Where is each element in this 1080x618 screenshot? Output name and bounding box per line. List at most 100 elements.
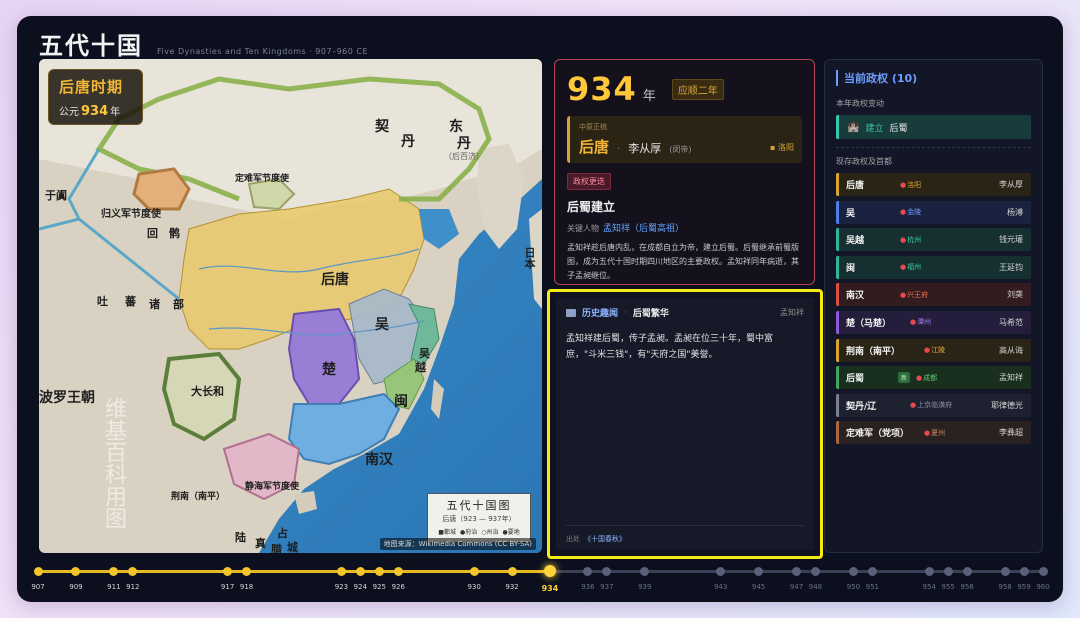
map-label-chu: 楚 — [322, 362, 336, 378]
timeline-tick[interactable] — [810, 567, 820, 576]
regime-ruler: 李从厚 — [999, 180, 1023, 189]
timeline-year-label[interactable]: 959 — [1017, 583, 1030, 591]
timeline-tick[interactable] — [1038, 567, 1048, 576]
pin-icon: ● — [910, 318, 917, 327]
regime-name: 后蜀 — [846, 374, 865, 385]
map-legend: 五代十国图 后唐（923 — 937年） ■都城 ●府治 ○州治 ●要地 — [427, 493, 531, 543]
timeline-year-label[interactable]: 932 — [505, 583, 518, 591]
timeline-tick[interactable] — [128, 567, 138, 576]
timeline-year-label[interactable]: 926 — [392, 583, 405, 591]
timeline-tick[interactable] — [355, 567, 365, 576]
timeline-tick[interactable] — [602, 567, 612, 576]
map-label-tubo: 部 — [173, 298, 184, 311]
timeline-year-label[interactable]: 945 — [752, 583, 765, 591]
map-label-east-dan-sub: （后百济） — [444, 152, 484, 161]
timeline-tick[interactable] — [924, 567, 934, 576]
trivia-text: 孟知祥建后蜀，传子孟昶。孟昶在位三十年，蜀中富庶，"斗米三钱"，有"天府之国"美… — [566, 334, 774, 360]
timeline-tick[interactable] — [242, 567, 252, 576]
regime-item[interactable]: 闽 ● 福州 王延钧 — [836, 255, 1031, 279]
map-label-pala: 波罗王朝 — [39, 390, 95, 406]
timeline-year-label[interactable]: 934 — [542, 584, 559, 593]
timeline-tick[interactable] — [848, 567, 858, 576]
timeline-year-label[interactable]: 955 — [942, 583, 955, 591]
timeline-year-label[interactable]: 911 — [107, 583, 120, 591]
timeline-tick[interactable] — [791, 567, 801, 576]
timeline-year-label[interactable]: 936 — [581, 583, 594, 591]
regime-item[interactable]: 契丹/辽 ● 上京临潢府 耶律德光 — [836, 393, 1031, 417]
regime-change-row[interactable]: 🏰 建立 后蜀 — [836, 115, 1031, 139]
trivia-panel[interactable]: 历史趣闻 · 后蜀繁华 孟知祥 孟知祥建后蜀，传子孟昶。孟昶在位三十年，蜀中富庶… — [547, 289, 823, 559]
timeline-year-label[interactable]: 960 — [1036, 583, 1049, 591]
map-label-japan: 日本 — [523, 247, 536, 269]
regime-item[interactable]: 定难军（党项） ● 夏州 李彝超 — [836, 421, 1031, 445]
timeline-year-label[interactable]: 958 — [998, 583, 1011, 591]
regime-item[interactable]: 楚（马楚） ● 潭州 马希范 — [836, 310, 1031, 334]
timeline-tick[interactable] — [374, 567, 384, 576]
timeline-tick[interactable] — [109, 567, 119, 576]
timeline-year-label[interactable]: 954 — [923, 583, 936, 591]
timeline-tick[interactable] — [336, 567, 346, 576]
timeline-tick[interactable] — [507, 567, 517, 576]
regime-name: 后唐 — [846, 181, 865, 191]
timeline-tick[interactable] — [33, 567, 43, 576]
regime-ruler: 耶律德光 — [991, 400, 1023, 410]
timeline[interactable]: 907 909 911 912 917 918 923 924 925 926 930 932 934 9… — [17, 561, 1063, 601]
timeline-year-label[interactable]: 918 — [240, 583, 253, 591]
timeline-year-label[interactable]: 930 — [467, 583, 480, 591]
timeline-tick[interactable] — [943, 567, 953, 576]
timeline-year-label[interactable]: 907 — [31, 583, 44, 591]
regime-item[interactable]: 吴 ● 金陵 杨溥 — [836, 200, 1031, 224]
timeline-year-label[interactable]: 950 — [847, 583, 860, 591]
timeline-tick[interactable] — [393, 567, 403, 576]
timeline-year-label[interactable]: 917 — [221, 583, 234, 591]
legend-title: 五代十国图 — [446, 499, 512, 512]
orthodox-dynasty-card[interactable]: 中原正统 后唐 · 李从厚 (闵帝) ▪ 洛阳 — [567, 116, 802, 163]
timeline-tick[interactable] — [469, 567, 479, 576]
source-link[interactable]: 《十国春秋》 — [584, 535, 626, 543]
regime-name: 荆南（南平） — [846, 346, 901, 357]
historical-map[interactable]: 契 丹 东 丹 （后百济） 归义军节度使 定难军节度使 于阗 回 鹘 吐 蕃 诸… — [39, 59, 542, 553]
timeline-tick[interactable] — [716, 567, 726, 576]
timeline-year-label[interactable]: 912 — [126, 583, 139, 591]
header: 五代十国 Five Dynasties and Ten Kingdoms · 9… — [39, 26, 368, 61]
regime-item[interactable]: 吴越 ● 杭州 钱元瓘 — [836, 228, 1031, 252]
trivia-separator: · — [624, 307, 627, 318]
regime-item[interactable]: 荆南（南平） ● 江陵 高从诲 — [836, 338, 1031, 362]
regime-item[interactable]: 后唐 ● 洛阳 李从厚 — [836, 173, 1031, 196]
pin-icon: ● — [900, 235, 907, 244]
timeline-tick[interactable] — [867, 567, 877, 576]
timeline-year-label[interactable]: 956 — [960, 583, 973, 591]
map-label-east-dan: 丹 — [457, 136, 471, 152]
timeline-tick[interactable] — [962, 567, 972, 576]
regime-name: 楚（马楚） — [846, 318, 892, 329]
timeline-year-label[interactable]: 951 — [866, 583, 879, 591]
timeline-tick[interactable] — [543, 565, 556, 577]
map-label-later-tang: 后唐 — [321, 272, 349, 288]
timeline-tick[interactable] — [583, 567, 593, 576]
timeline-year-label[interactable]: 939 — [638, 583, 651, 591]
timeline-year-label[interactable]: 948 — [809, 583, 822, 591]
timeline-tick[interactable] — [223, 567, 233, 576]
key-figure-link[interactable]: 孟知祥（后蜀高祖） — [603, 224, 684, 234]
regime-item[interactable]: 后蜀 新 ● 成都 孟知祥 — [836, 366, 1031, 390]
regime-ruler: 钱元瓘 — [999, 235, 1023, 245]
timeline-year-label[interactable]: 909 — [69, 583, 82, 591]
timeline-tick[interactable] — [1000, 567, 1010, 576]
map-label-chenla: 真 — [255, 537, 266, 550]
change-regime-name: 后蜀 — [889, 123, 908, 134]
timeline-year-label[interactable]: 947 — [790, 583, 803, 591]
timeline-tick[interactable] — [640, 567, 650, 576]
timeline-year-label[interactable]: 924 — [354, 583, 367, 591]
map-label-tubo: 蕃 — [125, 295, 136, 308]
map-label-guiyi: 归义军节度使 — [101, 209, 161, 220]
trivia-card: 历史趣闻 · 后蜀繁华 孟知祥 孟知祥建后蜀，传子孟昶。孟昶在位三十年，蜀中富庶… — [556, 298, 814, 550]
timeline-year-label[interactable]: 937 — [600, 583, 613, 591]
timeline-year-label[interactable]: 943 — [714, 583, 727, 591]
timeline-year-label[interactable]: 923 — [335, 583, 348, 591]
timeline-tick[interactable] — [71, 567, 81, 576]
regime-item[interactable]: 南汉 ● 兴王府 刘䶮 — [836, 283, 1031, 307]
timeline-tick[interactable] — [1019, 567, 1029, 576]
map-label-wu: 吴 — [375, 317, 389, 333]
timeline-year-label[interactable]: 925 — [373, 583, 386, 591]
timeline-tick[interactable] — [754, 567, 764, 576]
